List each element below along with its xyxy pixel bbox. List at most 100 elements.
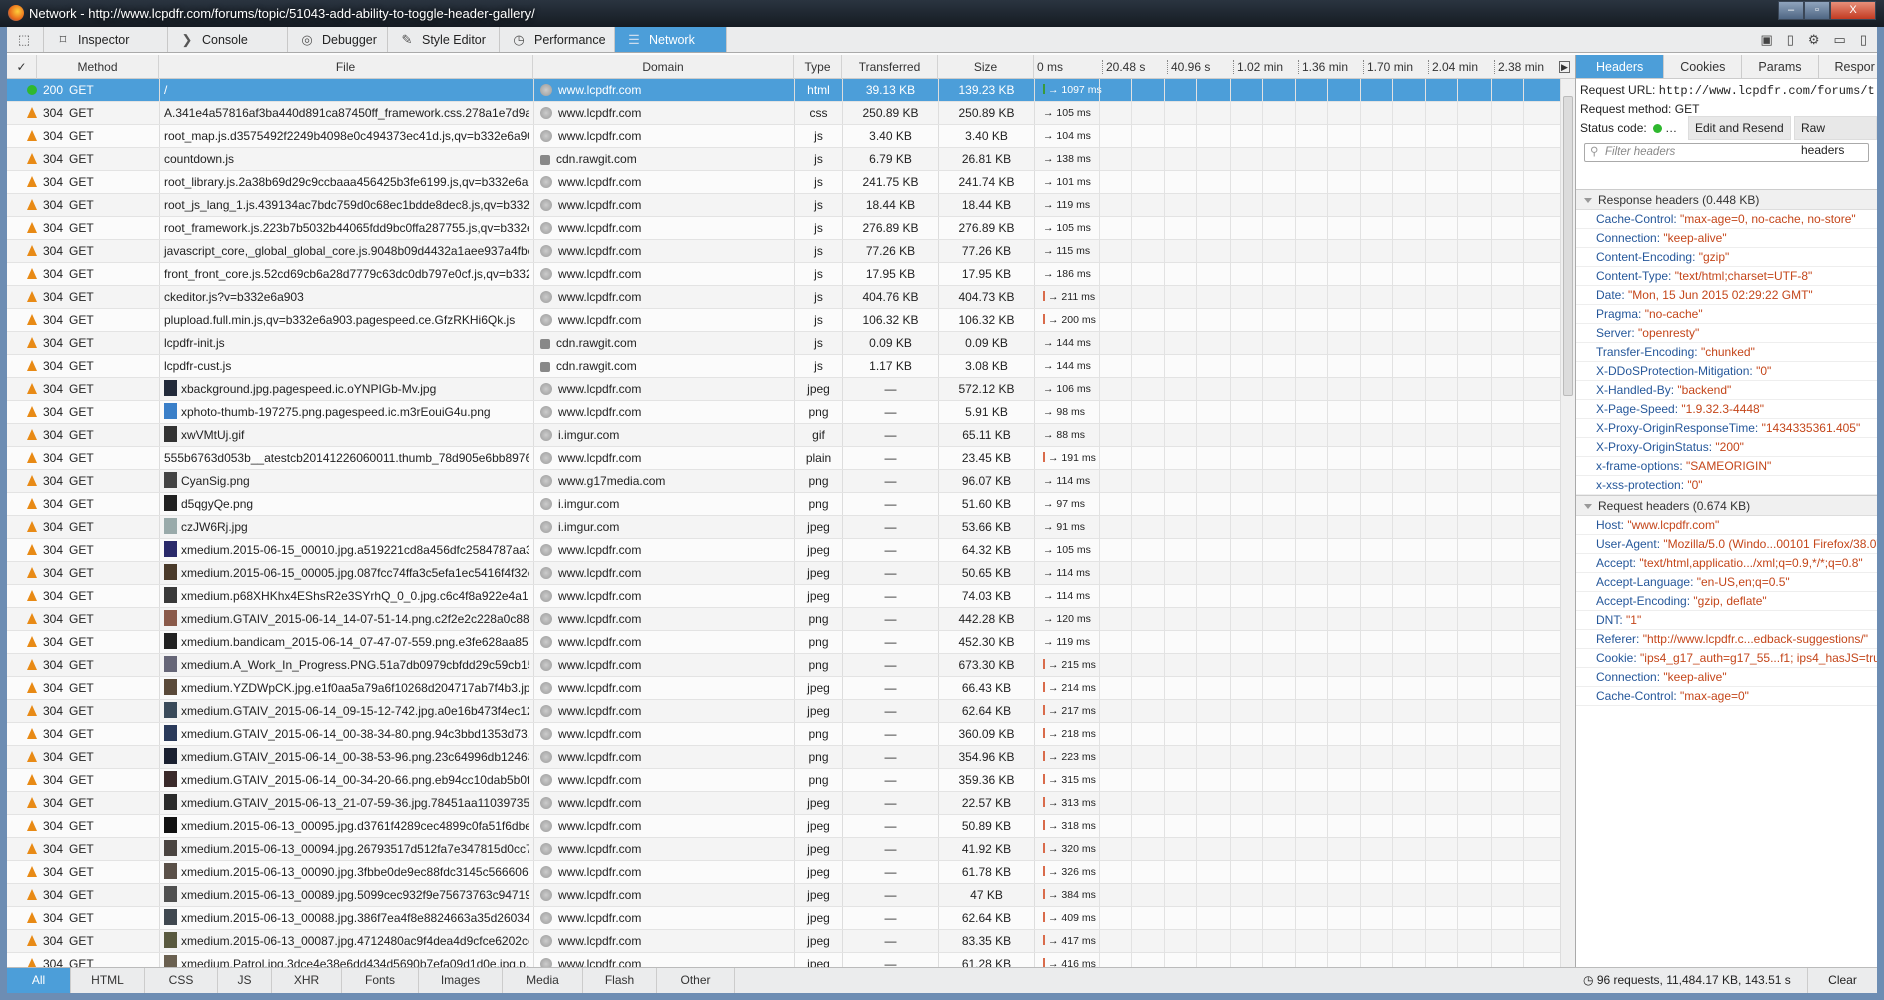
header-row[interactable]: Accept: "text/html,applicatio.../xml;q=0… — [1576, 554, 1877, 573]
filter-css[interactable]: CSS — [145, 968, 218, 993]
header-name: Accept-Language: — [1596, 575, 1694, 589]
maximize-button[interactable]: ▫ — [1804, 1, 1830, 20]
waterfall: → 91 ms — [1034, 516, 1560, 538]
type: png — [794, 631, 842, 653]
header-row[interactable]: X-Proxy-OriginResponseTime: "1434335361.… — [1576, 419, 1877, 438]
domain-cell: www.lcpdfr.com — [533, 401, 793, 423]
tab-performance[interactable]: ◷ Performance — [500, 27, 615, 52]
timing: → 384 ms — [1048, 889, 1096, 901]
size: 354.96 KB — [938, 746, 1034, 768]
header-row[interactable]: Connection: "keep-alive" — [1576, 668, 1877, 687]
waterfall-expand-icon[interactable]: ▶ — [1559, 61, 1570, 73]
header-row[interactable]: X-Page-Speed: "1.9.32.3-4448" — [1576, 400, 1877, 419]
method: GET — [69, 106, 94, 120]
header-row[interactable]: Cache-Control: "max-age=0" — [1576, 687, 1877, 706]
minimize-button[interactable]: – — [1778, 1, 1804, 20]
panel-tab-params[interactable]: Params — [1742, 55, 1819, 78]
method: GET — [69, 773, 94, 787]
performance-icon[interactable]: ◷ — [1583, 973, 1593, 987]
method: GET — [69, 658, 94, 672]
size: 66.43 KB — [938, 677, 1034, 699]
header-row[interactable]: Referer: "http://www.lcpdfr.c...edback-s… — [1576, 630, 1877, 649]
request-headers-toggle[interactable]: Request headers (0.674 KB) — [1576, 495, 1877, 516]
col-transferred[interactable]: Transferred — [842, 55, 938, 79]
domain-cell: www.lcpdfr.com — [533, 930, 793, 952]
filter-fonts[interactable]: Fonts — [342, 968, 419, 993]
status-code: 304 — [43, 451, 64, 465]
filter-xhr[interactable]: XHR — [272, 968, 342, 993]
response-headers-toggle[interactable]: Response headers (0.448 KB) — [1576, 189, 1877, 210]
header-row[interactable]: Transfer-Encoding: "chunked" — [1576, 343, 1877, 362]
transferred: 6.79 KB — [842, 148, 938, 170]
header-row[interactable]: Cookie: "ips4_g17_auth=g17_55...f1; ips4… — [1576, 649, 1877, 668]
filter-media[interactable]: Media — [503, 968, 583, 993]
domain: www.lcpdfr.com — [558, 221, 642, 235]
header-row[interactable]: Pragma: "no-cache" — [1576, 305, 1877, 324]
filter-js[interactable]: JS — [218, 968, 272, 993]
status-code: 304 — [43, 543, 64, 557]
header-row[interactable]: Content-Encoding: "gzip" — [1576, 248, 1877, 267]
header-row[interactable]: Host: "www.lcpdfr.com" — [1576, 516, 1877, 535]
clear-button[interactable]: Clear — [1807, 968, 1877, 993]
filter-other[interactable]: Other — [657, 968, 735, 993]
header-row[interactable]: Server: "openresty" — [1576, 324, 1877, 343]
file-cell: xbackground.jpg.pagespeed.ic.oYNPIGb-Mv.… — [159, 378, 529, 400]
header-row[interactable]: Date: "Mon, 15 Jun 2015 02:29:22 GMT" — [1576, 286, 1877, 305]
col-domain[interactable]: Domain — [533, 55, 794, 79]
file-cell: czJW6Rj.jpg — [159, 516, 529, 538]
filter-all[interactable]: All — [7, 968, 71, 993]
status-cached-icon — [27, 383, 37, 394]
responsive-mode-icon[interactable]: ▯ — [1787, 32, 1794, 48]
file-name: xmedium.2015-06-13_00087.jpg.4712480ac9f… — [181, 934, 529, 948]
globe-icon — [540, 590, 552, 602]
col-check[interactable]: ✓ — [7, 55, 37, 79]
dock-side-icon[interactable]: ▯ — [1860, 32, 1867, 48]
tab-network[interactable]: ☰ Network — [615, 27, 727, 52]
tab-style-editor[interactable]: ✎ Style Editor — [388, 27, 500, 52]
method: GET — [69, 865, 94, 879]
header-row[interactable]: Cache-Control: "max-age=0, no-cache, no-… — [1576, 210, 1877, 229]
header-row[interactable]: X-DDoSProtection-Mitigation: "0" — [1576, 362, 1877, 381]
table-scrollbar[interactable] — [1560, 79, 1575, 993]
timing: → 326 ms — [1048, 866, 1096, 878]
header-row[interactable]: X-Handled-By: "backend" — [1576, 381, 1877, 400]
globe-icon — [540, 774, 552, 786]
thumbnail-icon — [164, 863, 177, 879]
filter-html[interactable]: HTML — [71, 968, 145, 993]
header-row[interactable]: X-Proxy-OriginStatus: "200" — [1576, 438, 1877, 457]
request-url-label: Request URL: — [1580, 83, 1656, 97]
timeline-tick-label: 40.96 s — [1167, 60, 1210, 74]
col-type[interactable]: Type — [794, 55, 842, 79]
col-file[interactable]: File — [159, 55, 533, 79]
header-row[interactable]: x-frame-options: "SAMEORIGIN" — [1576, 457, 1877, 476]
filter-headers-input[interactable]: ⚲ Filter headers — [1584, 143, 1869, 162]
col-method[interactable]: Method — [37, 55, 159, 79]
close-button[interactable]: X — [1830, 1, 1876, 20]
header-row[interactable]: Accept-Language: "en-US,en;q=0.5" — [1576, 573, 1877, 592]
panel-tab-cookies[interactable]: Cookies — [1664, 55, 1743, 78]
filter-images[interactable]: Images — [419, 968, 503, 993]
header-row[interactable]: x-xss-protection: "0" — [1576, 476, 1877, 495]
col-size[interactable]: Size — [938, 55, 1034, 79]
file-name: countdown.js — [164, 152, 235, 166]
header-row[interactable]: User-Agent: "Mozilla/5.0 (Windo...00101 … — [1576, 535, 1877, 554]
panel-tab-headers[interactable]: Headers — [1576, 55, 1665, 78]
header-row[interactable]: DNT: "1" — [1576, 611, 1877, 630]
domain: www.lcpdfr.com — [558, 405, 642, 419]
split-console-icon[interactable]: ▣ — [1760, 32, 1772, 48]
status-code: 304 — [43, 290, 64, 304]
filter-flash[interactable]: Flash — [583, 968, 657, 993]
element-picker-button[interactable]: ⬚ — [7, 27, 44, 52]
tab-debugger[interactable]: ◎ Debugger — [288, 27, 388, 52]
tab-inspector[interactable]: ⌑ Inspector — [44, 27, 168, 52]
panel-tab-respor[interactable]: Respor — [1819, 55, 1878, 78]
header-row[interactable]: Accept-Encoding: "gzip, deflate" — [1576, 592, 1877, 611]
tab-console[interactable]: ❯ Console — [168, 27, 288, 52]
edit-resend-button[interactable]: Edit and Resend — [1688, 116, 1791, 140]
waterfall: → 106 ms — [1034, 378, 1560, 400]
header-row[interactable]: Connection: "keep-alive" — [1576, 229, 1877, 248]
settings-gear-icon[interactable]: ⚙ — [1808, 32, 1820, 48]
raw-headers-button[interactable]: Raw headers — [1794, 116, 1877, 157]
dock-bottom-icon[interactable]: ▭ — [1834, 32, 1846, 48]
header-row[interactable]: Content-Type: "text/html;charset=UTF-8" — [1576, 267, 1877, 286]
